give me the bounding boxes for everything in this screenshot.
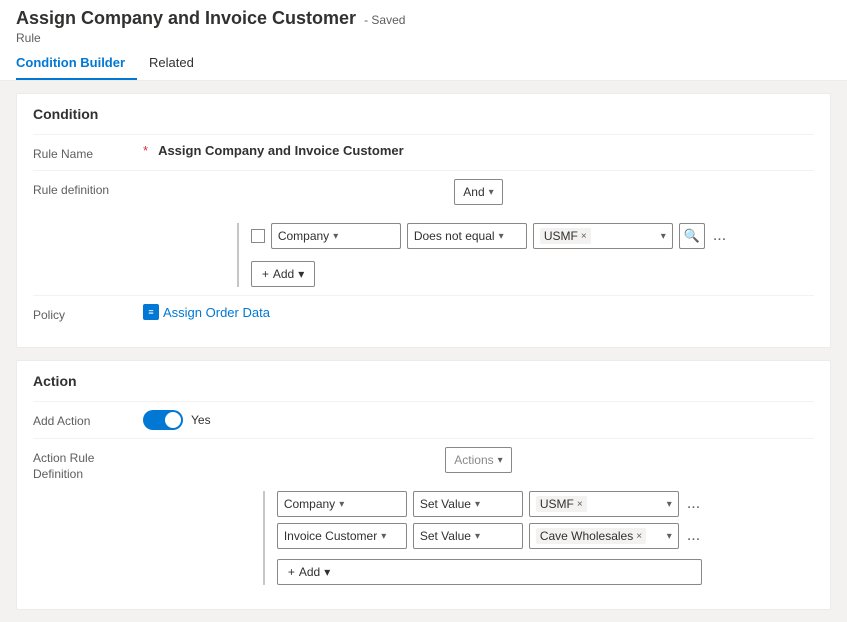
value-tag-close-icon[interactable]: ×: [581, 231, 587, 242]
action-value-tag-text-2: Cave Wholesales: [540, 529, 633, 543]
add-condition-label: Add: [273, 267, 294, 281]
page-subtitle: Rule: [16, 31, 831, 45]
operator-label: Does not equal: [414, 229, 495, 243]
action-value-field-2[interactable]: Cave Wholesales × ▾: [529, 523, 679, 549]
rule-name-text: Assign Company and Invoice Customer: [158, 143, 404, 158]
action-operator-label-1: Set Value: [420, 497, 471, 511]
and-label: And: [463, 185, 484, 199]
policy-label: Policy: [33, 304, 143, 322]
value-tag: USMF ×: [540, 228, 591, 244]
actions-dropdown-label: Actions: [454, 453, 493, 467]
company-field-dropdown[interactable]: Company ▾: [271, 223, 401, 249]
and-row: And ▾: [454, 179, 502, 205]
action-value-tag-text-1: USMF: [540, 497, 574, 511]
main-content: Condition Rule Name * Assign Company and…: [0, 81, 847, 622]
toggle-thumb: [165, 412, 181, 428]
action-value-tag-1: USMF ×: [536, 496, 587, 512]
add-action-row-button[interactable]: + Add ▾: [277, 559, 702, 585]
action-rule-def-content: Actions ▾ Company ▾ Set Value ▾: [143, 447, 814, 585]
policy-icon: ≡: [143, 304, 159, 320]
action-field-chevron-2: ▾: [381, 531, 386, 542]
action-value-chevron-1: ▾: [667, 499, 672, 510]
page-title: Assign Company and Invoice Customer: [16, 8, 356, 29]
saved-badge: - Saved: [364, 13, 405, 27]
action-row-2: Invoice Customer ▾ Set Value ▾ Cave Whol…: [277, 523, 702, 549]
action-rows-container: Company ▾ Set Value ▾ USMF × ▾: [263, 491, 702, 585]
action-rule-def-label: Action Rule Definition: [33, 447, 143, 482]
rule-def-row: Rule definition And ▾ Company ▾: [33, 170, 814, 295]
more-options-icon[interactable]: ...: [711, 227, 728, 245]
action-rule-def-row: Action Rule Definition Actions ▾ Company…: [33, 438, 814, 593]
action-operator-label-2: Set Value: [420, 529, 471, 543]
operator-chevron-icon: ▾: [499, 231, 504, 242]
value-field[interactable]: USMF × ▾: [533, 223, 673, 249]
search-icon: 🔍: [684, 228, 700, 244]
and-dropdown[interactable]: And ▾: [454, 179, 502, 205]
action-value-tag-close-2[interactable]: ×: [636, 531, 642, 542]
policy-row: Policy ≡ Assign Order Data: [33, 295, 814, 331]
action-field-label-2: Invoice Customer: [284, 529, 377, 543]
value-tag-text: USMF: [544, 229, 578, 243]
action-row-1: Company ▾ Set Value ▾ USMF × ▾: [277, 491, 702, 517]
actions-dropdown[interactable]: Actions ▾: [445, 447, 511, 473]
action-field-label-1: Company: [284, 497, 335, 511]
action-field-dropdown-2[interactable]: Invoice Customer ▾: [277, 523, 407, 549]
policy-link[interactable]: ≡ Assign Order Data: [143, 304, 270, 320]
required-star: *: [143, 143, 148, 158]
action-value-tag-2: Cave Wholesales ×: [536, 528, 646, 544]
action-operator-dropdown-2[interactable]: Set Value ▾: [413, 523, 523, 549]
action-value-chevron-2: ▾: [667, 531, 672, 542]
action-value-tag-close-1[interactable]: ×: [577, 499, 583, 510]
action-operator-chevron-2: ▾: [475, 531, 480, 542]
condition-card: Condition Rule Name * Assign Company and…: [16, 93, 831, 348]
page-header: Assign Company and Invoice Customer - Sa…: [0, 0, 847, 81]
rule-name-row: Rule Name * Assign Company and Invoice C…: [33, 134, 814, 170]
tab-condition-builder[interactable]: Condition Builder: [16, 49, 137, 80]
add-chevron-icon: ▾: [298, 267, 304, 281]
action-field-dropdown-1[interactable]: Company ▾: [277, 491, 407, 517]
company-chevron-icon: ▾: [333, 231, 338, 242]
actions-dropdown-row: Actions ▾: [445, 447, 511, 473]
action-value-field-1[interactable]: USMF × ▾: [529, 491, 679, 517]
tabs: Condition Builder Related: [16, 49, 831, 80]
operator-dropdown[interactable]: Does not equal ▾: [407, 223, 527, 249]
rule-def-content: And ▾ Company ▾ Does not equal ▾: [143, 179, 814, 287]
add-action-toggle[interactable]: [143, 410, 183, 430]
company-field-label: Company: [278, 229, 329, 243]
actions-chevron-icon: ▾: [498, 455, 503, 466]
and-chevron-icon: ▾: [489, 187, 494, 198]
toggle-yes-label: Yes: [191, 413, 211, 427]
add-action-chevron-icon: ▾: [324, 565, 330, 579]
rule-name-label: Rule Name: [33, 143, 143, 161]
toggle-container: Yes: [143, 410, 211, 430]
tab-related[interactable]: Related: [149, 49, 206, 80]
action-field-chevron-1: ▾: [339, 499, 344, 510]
condition-checkbox[interactable]: [251, 229, 265, 243]
condition-card-title: Condition: [33, 106, 814, 122]
policy-value: ≡ Assign Order Data: [143, 304, 814, 320]
condition-builder-container: Company ▾ Does not equal ▾ USMF ×: [237, 223, 728, 287]
action-more-icon-1[interactable]: ...: [685, 495, 702, 513]
value-chevron-icon: ▾: [661, 231, 666, 242]
add-condition-icon: +: [262, 267, 269, 281]
condition-row-1: Company ▾ Does not equal ▾ USMF ×: [251, 223, 728, 249]
add-action-row-label: Add: [299, 565, 320, 579]
rule-name-value-container: * Assign Company and Invoice Customer: [143, 143, 814, 158]
add-action-row-icon: +: [288, 565, 295, 579]
add-condition-button[interactable]: + Add ▾: [251, 261, 315, 287]
policy-link-text: Assign Order Data: [163, 305, 270, 320]
add-action-row: Add Action Yes: [33, 401, 814, 438]
add-action-label: Add Action: [33, 410, 143, 428]
action-operator-dropdown-1[interactable]: Set Value ▾: [413, 491, 523, 517]
action-operator-chevron-1: ▾: [475, 499, 480, 510]
action-more-icon-2[interactable]: ...: [685, 527, 702, 545]
action-card-title: Action: [33, 373, 814, 389]
add-action-value: Yes: [143, 410, 814, 430]
rule-def-label: Rule definition: [33, 179, 143, 197]
search-button[interactable]: 🔍: [679, 223, 705, 249]
